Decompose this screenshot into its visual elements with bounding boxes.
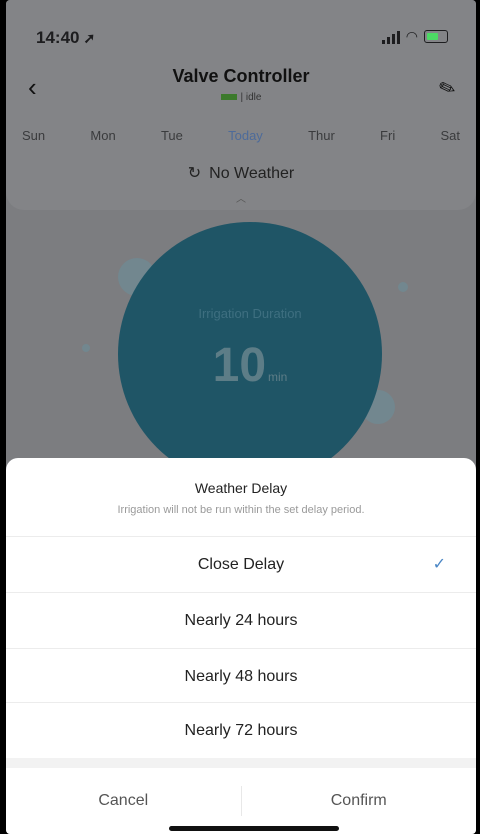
wifi-icon: ◠	[405, 28, 418, 44]
duration-label: Irrigation Duration	[198, 306, 302, 321]
option-48-hours[interactable]: Nearly 48 hours	[6, 648, 476, 705]
location-arrow-icon: ➚	[83, 30, 96, 46]
section-gap	[6, 758, 476, 768]
phone-screen: 14:40 ➚ ◠ ‹ Valve Controller | idle ✎ Sun…	[6, 0, 476, 834]
system-icons: ◠	[381, 28, 448, 45]
checkmark-icon: ✓	[432, 556, 446, 573]
decor-dot	[82, 344, 90, 352]
home-indicator[interactable]	[169, 826, 339, 831]
status-bar: 14:40 ➚ ◠	[6, 0, 476, 60]
duration-value: 10 min	[212, 339, 288, 392]
battery-icon	[424, 30, 448, 43]
expand-caret-icon[interactable]: ︿	[6, 190, 476, 205]
day-sat[interactable]: Sat	[440, 128, 460, 143]
option-close-delay[interactable]: Close Delay ✓	[6, 536, 476, 593]
cancel-button[interactable]: Cancel	[6, 768, 241, 834]
device-battery-icon	[220, 94, 237, 101]
weather-label: No Weather	[209, 165, 295, 182]
day-mon[interactable]: Mon	[90, 128, 115, 143]
day-fri[interactable]: Fri	[380, 128, 395, 143]
option-72-hours[interactable]: Nearly 72 hours	[6, 702, 476, 759]
day-thur[interactable]: Thur	[308, 128, 335, 143]
decor-dot	[398, 282, 408, 292]
weather-toggle[interactable]: ↻ No Weather	[6, 163, 476, 183]
option-24-hours[interactable]: Nearly 24 hours	[6, 592, 476, 649]
weather-delay-sheet: Weather Delay Irrigation will not be run…	[6, 458, 476, 834]
day-selector: Sun Mon Tue Today Thur Fri Sat	[6, 128, 476, 143]
signal-icon	[381, 30, 400, 44]
refresh-icon: ↻	[187, 165, 202, 182]
sheet-subtitle: Irrigation will not be run within the se…	[117, 504, 365, 516]
device-status: | idle	[6, 92, 476, 103]
page-title: Valve Controller	[172, 66, 310, 86]
sheet-title: Weather Delay	[194, 480, 288, 496]
status-time: 14:40 ➚	[36, 28, 96, 47]
day-today[interactable]: Today	[228, 128, 263, 143]
sheet-actions: Cancel Confirm	[6, 768, 476, 834]
confirm-button[interactable]: Confirm	[242, 768, 477, 834]
day-tue[interactable]: Tue	[161, 128, 183, 143]
day-sun[interactable]: Sun	[22, 128, 45, 143]
